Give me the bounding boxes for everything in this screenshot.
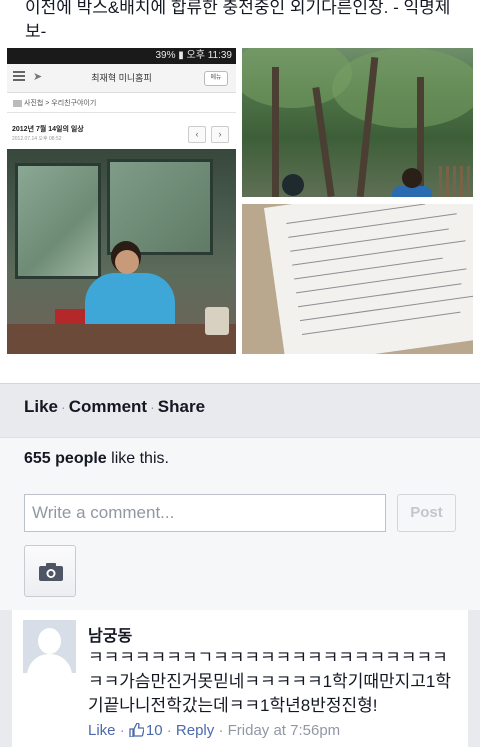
avatar[interactable] <box>23 620 76 673</box>
person-head <box>402 168 422 188</box>
like-link[interactable]: Like <box>24 397 58 416</box>
comment-link[interactable]: Comment <box>69 397 147 416</box>
cup-shape <box>205 307 229 335</box>
comment-like-count[interactable]: 10 <box>129 722 163 739</box>
comment-author[interactable]: 남궁동 <box>88 622 132 646</box>
person-face <box>115 250 139 274</box>
phone-prev-arrow: ‹ <box>188 126 206 143</box>
post-button[interactable]: Post <box>397 494 456 532</box>
foliage-shape <box>332 48 473 128</box>
tree-trunk <box>272 67 279 197</box>
comment-text: ㅋㅋㅋㅋㅋㅋㅋㄱㅋㅋㅋㅋㅋㅋㅋㅋㅋㅋㅋㅋㅋㅋㅋㅋㅋ가슴만진거못믿네ㅋㅋㅋㅋㅋ1학… <box>88 648 451 715</box>
separator: · <box>218 722 224 739</box>
comment-reply-link[interactable]: Reply <box>176 722 214 739</box>
avatar-silhouette-head <box>38 628 61 654</box>
tree-trunk <box>312 87 335 197</box>
phone-photo <box>7 149 236 354</box>
separator: · <box>150 399 155 415</box>
phone-next-arrow: › <box>211 126 229 143</box>
window-shape <box>15 163 101 279</box>
comment-composer: Post <box>0 484 480 610</box>
divider <box>7 112 236 113</box>
thumbs-up-icon <box>129 723 144 737</box>
likes-summary[interactable]: 655 people like this. <box>24 450 169 468</box>
handwriting-line <box>298 283 462 308</box>
avatar-silhouette-body <box>27 654 72 673</box>
likes-suffix: like this. <box>106 450 169 467</box>
like-count-value: 10 <box>145 722 163 739</box>
phone-status-bar: 39% ▮ 오후 11:39 <box>7 48 236 64</box>
phone-app-bar: ➤ 최재혁 미니홈피 메뉴 <box>7 64 236 93</box>
handwriting-line <box>301 311 461 335</box>
handwriting-line <box>292 240 466 266</box>
handwriting-line <box>288 213 457 238</box>
phone-app-title: 최재혁 미니홈피 <box>91 73 152 83</box>
photo-screenshot[interactable]: 39% ▮ 오후 11:39 ➤ 최재혁 미니홈피 메뉴 사진첩 > 우리친구야… <box>7 48 236 354</box>
separator: · <box>61 399 66 415</box>
camera-button[interactable] <box>24 545 76 597</box>
phone-album-subtitle: 2012.07.14 오후 08:52 <box>12 136 62 142</box>
share-link[interactable]: Share <box>158 397 205 416</box>
post-card: 이전에 박스&배치에 합류한 충전중인 외기다른인장. - 익명제보- 39% … <box>0 0 480 384</box>
phone-breadcrumb-text: 사진첩 > 우리친구야이기 <box>24 100 97 107</box>
phone-album-date: 2012년 7월 14일의 일상 <box>12 126 84 133</box>
post-caption: 이전에 박스&배치에 합류한 충전중인 외기다른인장. - 익명제보- <box>25 0 451 41</box>
letter-paper <box>264 204 473 354</box>
handwriting-line <box>299 295 473 322</box>
fence-shape <box>439 166 473 197</box>
phone-menu-button: 메뉴 <box>204 71 228 86</box>
photo-letter[interactable] <box>242 204 473 354</box>
person-head <box>282 174 304 196</box>
comment-meta: Like · 10 · Reply · Friday at 7:56pm <box>88 722 340 739</box>
likes-bar: 655 people like this. <box>0 437 480 485</box>
camera-icon <box>39 563 63 581</box>
post-actions: Like · Comment · Share <box>24 397 205 417</box>
handwriting-line <box>296 268 467 294</box>
photo-grid: 39% ▮ 오후 11:39 ➤ 최재혁 미니홈피 메뉴 사진첩 > 우리친구야… <box>7 48 473 356</box>
comment-timestamp: Friday at 7:56pm <box>227 722 341 739</box>
likes-count[interactable]: 655 people <box>24 450 107 467</box>
folder-icon <box>13 99 22 107</box>
photo-forest[interactable] <box>242 48 473 197</box>
table-shape <box>7 324 236 354</box>
separator: · <box>119 722 125 739</box>
phone-breadcrumb: 사진첩 > 우리친구야이기 <box>13 98 96 108</box>
separator: · <box>166 722 172 739</box>
handwriting-line <box>290 228 449 252</box>
comment-input[interactable] <box>24 494 386 532</box>
comment-like-link[interactable]: Like <box>88 722 116 739</box>
comment-item: 남궁동 ㅋㅋㅋㅋㅋㅋㅋㄱㅋㅋㅋㅋㅋㅋㅋㅋㅋㅋㅋㅋㅋㅋㅋㅋㅋ가슴만진거못믿네ㅋㅋㅋ… <box>12 610 468 747</box>
